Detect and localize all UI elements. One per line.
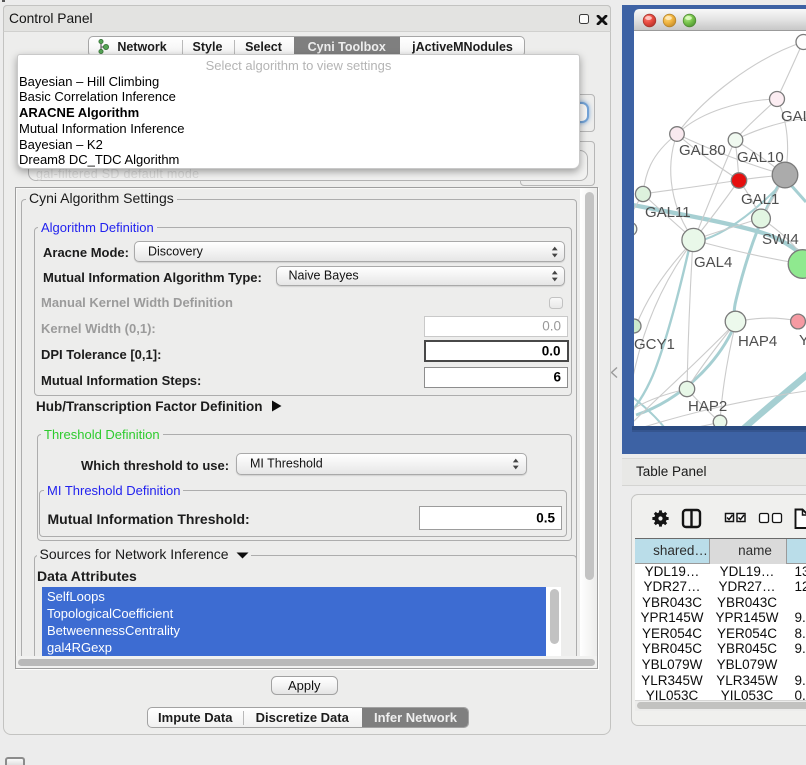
svg-text:GAL11: GAL11 (645, 204, 691, 221)
svg-text:HAP2: HAP2 (688, 398, 727, 415)
svg-text:SWI4: SWI4 (762, 231, 799, 248)
svg-text:Y: Y (799, 332, 806, 349)
svg-text:GAL80: GAL80 (679, 142, 726, 159)
svg-text:GAL1: GAL1 (741, 191, 779, 208)
svg-text:GAL10: GAL10 (737, 149, 784, 166)
svg-text:GCY1: GCY1 (634, 336, 675, 353)
svg-text:GAL: GAL (781, 108, 806, 125)
svg-text:HAP4: HAP4 (738, 333, 777, 350)
svg-text:GAL4: GAL4 (694, 254, 732, 271)
